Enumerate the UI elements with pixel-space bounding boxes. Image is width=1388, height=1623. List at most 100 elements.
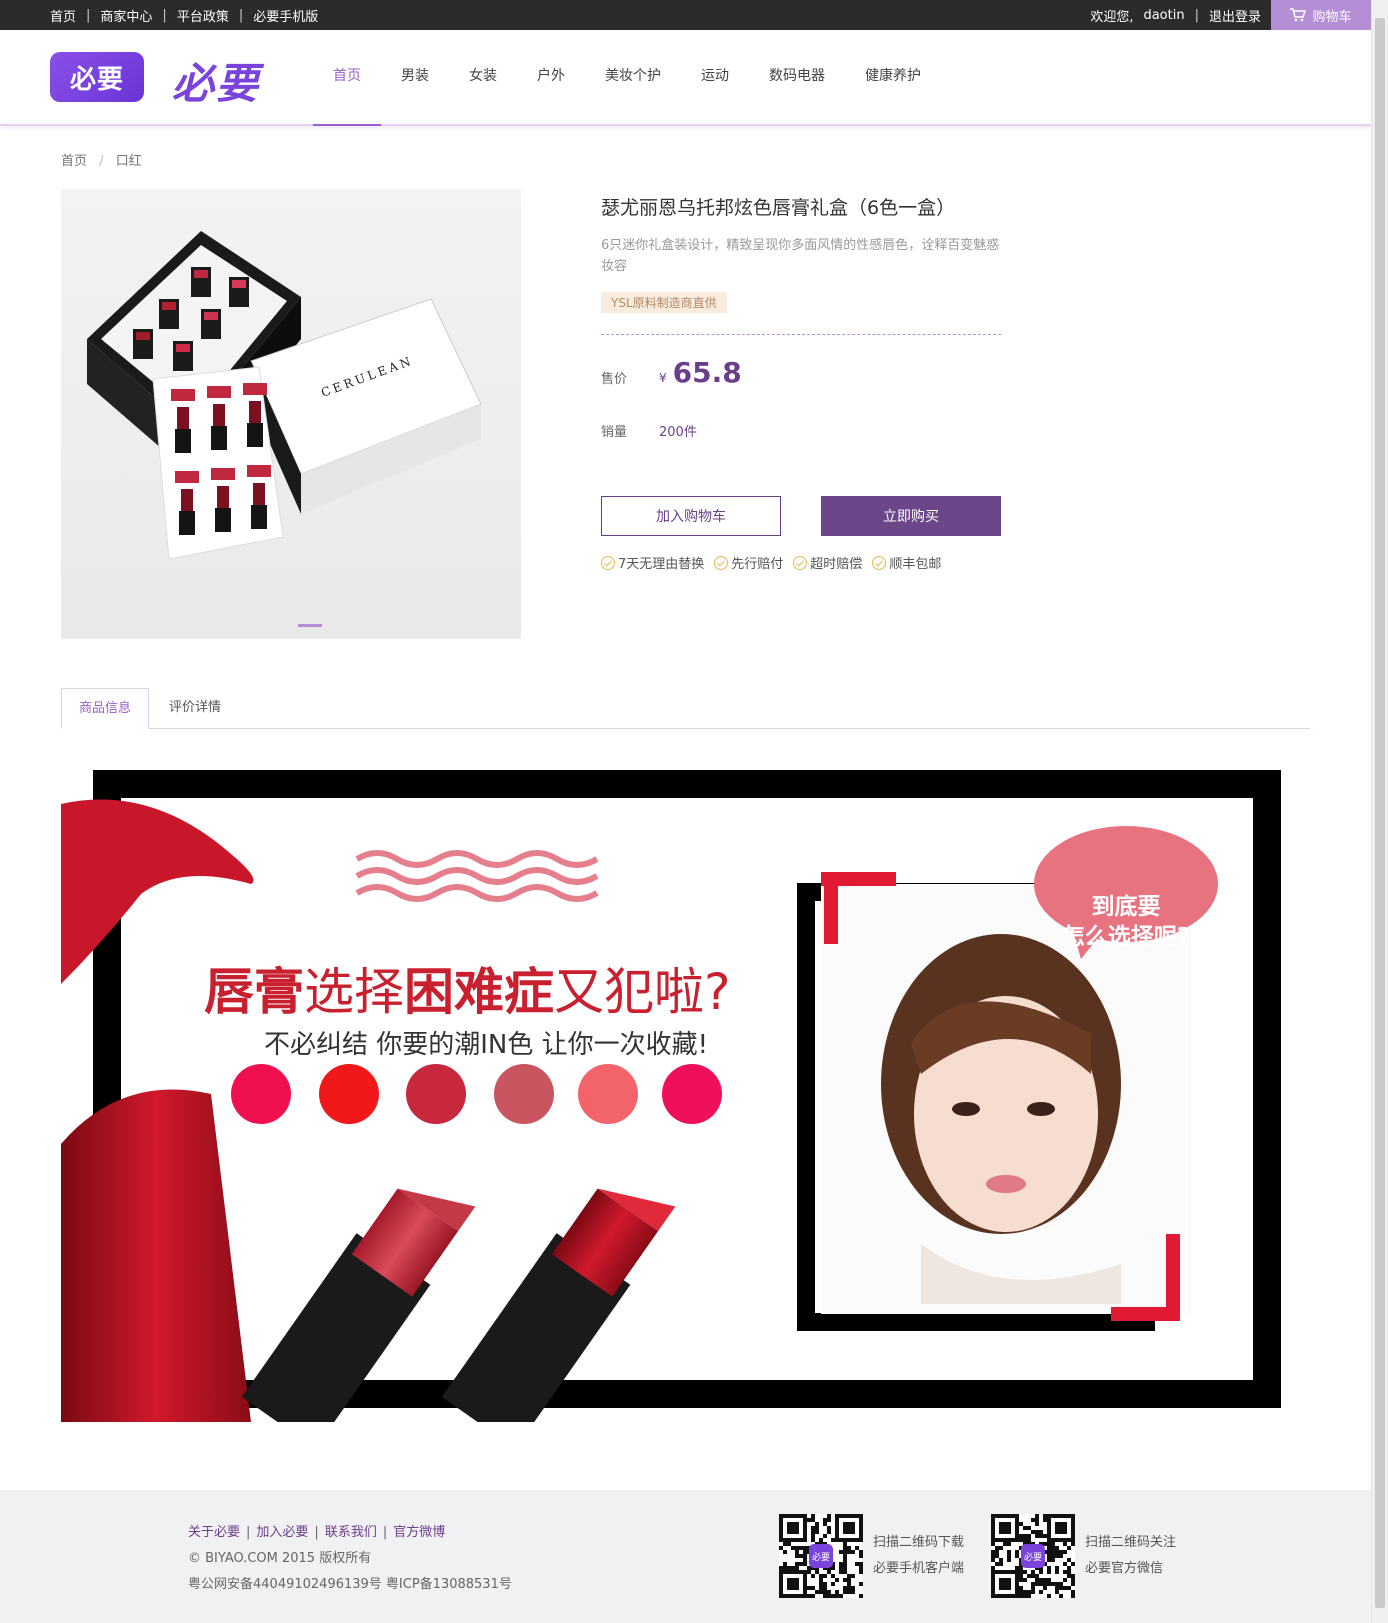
tab-product-info[interactable]: 商品信息 — [61, 688, 150, 729]
lipstick-cap — [133, 329, 153, 359]
sales-label: 销量 — [601, 425, 628, 440]
copyright: © BIYAO.COM 2015 版权所有 — [188, 1551, 372, 1566]
check-icon — [872, 555, 887, 570]
color-swatch-dot — [494, 1064, 554, 1124]
nav-item-sports[interactable]: 运动 — [681, 30, 749, 126]
qr-code-app: 必要 — [779, 1514, 863, 1598]
guarantee-item: 顺丰包邮 — [872, 553, 941, 572]
logout-link[interactable]: 退出登录 — [1209, 6, 1261, 25]
bubble-line: 怎么选择呢? — [1061, 924, 1191, 950]
main-nav: 首页 男装 女装 户外 美妆个护 运动 数码电器 健康养护 — [313, 30, 941, 126]
bubble-line: 到底要 — [1091, 894, 1161, 920]
scrollbar-thumb[interactable] — [1375, 18, 1385, 1608]
footer-link-join[interactable]: 加入必要 — [256, 1525, 308, 1540]
footer-link-contact[interactable]: 联系我们 — [325, 1525, 377, 1540]
top-links: 首页 | 商家中心 | 平台政策 | 必要手机版 — [50, 0, 318, 30]
lipstick-cap — [201, 309, 221, 339]
site-header: 必要 必要 首页 男装 女装 户外 美妆个护 运动 数码电器 健康养护 — [0, 30, 1371, 126]
top-link-mobile[interactable]: 必要手机版 — [253, 6, 318, 25]
product-description: 6只迷你礼盒装设计，精致呈现你多面风情的性感唇色，诠释百变魅惑妆容 — [601, 238, 1000, 274]
qr-logo-text: 必要 — [812, 1551, 830, 1563]
price-value: 65.8 — [672, 356, 742, 389]
price-label: 售价 — [601, 372, 628, 387]
footer-link-weibo[interactable]: 官方微博 — [393, 1525, 445, 1540]
product-title: 瑟尤丽恩乌托邦炫色唇膏礼盒（6色一盒） — [601, 197, 956, 219]
lipstick-cap — [191, 267, 211, 297]
nav-item-health[interactable]: 健康养护 — [845, 30, 941, 126]
separator: | — [314, 1525, 319, 1540]
nav-item-beauty[interactable]: 美妆个护 — [585, 30, 681, 126]
separator: | — [246, 1525, 251, 1540]
top-link-home[interactable]: 首页 — [50, 6, 76, 25]
qr-wechat-label: 扫描二维码关注 必要官方微信 — [1085, 1530, 1176, 1582]
qr-label-line: 必要手机客户端 — [873, 1561, 965, 1576]
breadcrumb-home[interactable]: 首页 — [61, 154, 87, 169]
buy-now-button[interactable]: 立即购买 — [821, 496, 1001, 536]
nav-item-men[interactable]: 男装 — [381, 30, 449, 126]
color-swatch-dot — [319, 1064, 379, 1124]
color-swatch-dot — [662, 1064, 722, 1124]
tab-reviews[interactable]: 评价详情 — [152, 688, 238, 729]
breadcrumb-current[interactable]: 口红 — [116, 154, 142, 169]
currency-symbol: ¥ — [659, 371, 667, 385]
nav-item-digital[interactable]: 数码电器 — [749, 30, 845, 126]
qr-code-wechat: 必要 — [991, 1514, 1075, 1598]
guarantee-label: 顺丰包邮 — [889, 557, 942, 572]
qr-app-label: 扫描二维码下载 必要手机客户端 — [873, 1530, 964, 1582]
footer-link-about[interactable]: 关于必要 — [188, 1525, 240, 1540]
qr-code-icon: 必要 — [991, 1514, 1075, 1598]
top-link-policy[interactable]: 平台政策 — [177, 6, 229, 25]
footer-links: 关于必要 | 加入必要 | 联系我们 | 官方微博 — [188, 1521, 445, 1540]
nav-item-home[interactable]: 首页 — [313, 30, 381, 126]
lipstick-cap — [173, 341, 193, 371]
user-area: 欢迎您, daotin | 退出登录 购物车 — [1090, 0, 1371, 30]
headline-part: 又犯啦? — [554, 963, 731, 1021]
welcome-text: 欢迎您, — [1090, 9, 1134, 25]
icp-record: 粤公网安备44049102496139号 粤ICP备13088531号 — [188, 1577, 512, 1592]
page-scrollbar[interactable] — [1371, 0, 1388, 1623]
nav-item-outdoor[interactable]: 户外 — [517, 30, 585, 126]
separator: | — [1194, 7, 1199, 23]
banner-artwork — [61, 744, 1310, 1422]
product-detail-banner: 唇膏选择困难症又犯啦? 不必纠结 你要的潮IN色 让你一次收藏! 到底要 怎么选… — [61, 744, 1310, 1422]
cart-label: 购物车 — [1312, 9, 1352, 25]
detail-tabs: 商品信息 评价详情 — [61, 688, 1310, 729]
add-to-cart-button[interactable]: 加入购物车 — [601, 496, 781, 536]
qr-label-line: 扫描二维码下载 — [873, 1535, 965, 1550]
lipstick-giftbox-image: CERULEAN — [87, 231, 482, 560]
top-link-merchant[interactable]: 商家中心 — [100, 6, 152, 25]
color-swatch-dot — [231, 1064, 291, 1124]
username[interactable]: daotin — [1143, 8, 1184, 23]
qr-label-line: 必要官方微信 — [1085, 1561, 1164, 1576]
cart-icon — [1290, 8, 1307, 22]
nav-item-women[interactable]: 女装 — [449, 30, 517, 126]
lipstick-cap — [229, 277, 249, 307]
guarantee-item: 先行赔付 — [714, 553, 783, 572]
logo-text[interactable]: 必要 — [172, 50, 260, 111]
guarantee-list: 7天无理由替换 先行赔付 超时赔偿 顺丰包邮 — [601, 553, 941, 572]
headline-part: 唇膏 — [204, 963, 304, 1021]
qr-logo-text: 必要 — [1024, 1551, 1042, 1563]
site-footer: 关于必要 | 加入必要 | 联系我们 | 官方微博 © BIYAO.COM 2015 版权所… — [0, 1490, 1371, 1623]
color-swatch-dot — [578, 1064, 638, 1124]
separator: | — [382, 1525, 388, 1540]
guarantee-item: 7天无理由替换 — [601, 553, 704, 572]
separator: | — [162, 7, 167, 23]
separator: | — [86, 7, 91, 23]
price: ¥65.8 — [659, 356, 742, 389]
guarantee-label: 超时赔偿 — [810, 557, 863, 572]
guarantee-label: 先行赔付 — [731, 557, 784, 572]
carousel-indicator[interactable] — [298, 624, 322, 627]
breadcrumb: 首页 / 口红 — [61, 150, 142, 169]
headline-part: 选择 — [304, 963, 404, 1021]
top-bar: 首页 | 商家中心 | 平台政策 | 必要手机版 欢迎您, daotin | 退… — [0, 0, 1371, 30]
headline-part: 困难症 — [404, 963, 554, 1021]
check-icon — [793, 555, 808, 570]
cart-button[interactable]: 购物车 — [1271, 0, 1371, 30]
logo-badge[interactable]: 必要 — [50, 52, 144, 102]
guarantee-label: 7天无理由替换 — [618, 557, 705, 572]
lipstick-cap — [159, 299, 179, 329]
check-icon — [714, 555, 729, 570]
product-image[interactable]: CERULEAN — [61, 189, 521, 639]
separator: | — [238, 7, 244, 23]
